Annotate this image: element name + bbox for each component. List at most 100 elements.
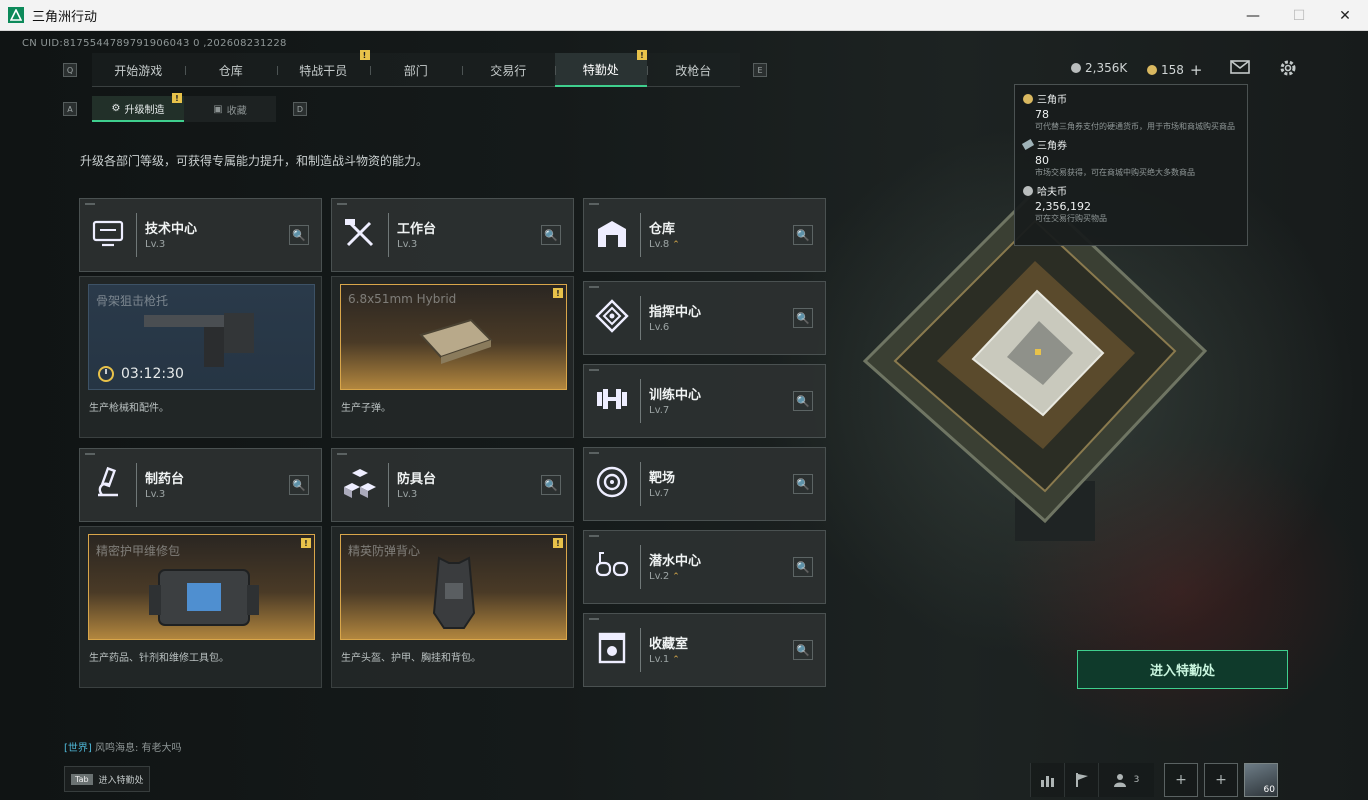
inspect-search-icon[interactable]: 🔍 bbox=[793, 308, 813, 328]
silver-value: 2,356K bbox=[1085, 61, 1128, 75]
inspect-search-icon[interactable]: 🔍 bbox=[541, 225, 561, 245]
gold-currency[interactable]: 158 + bbox=[1147, 61, 1202, 79]
inspect-search-icon[interactable]: 🔍 bbox=[541, 475, 561, 495]
inspect-search-icon[interactable]: 🔍 bbox=[793, 474, 813, 494]
add-currency-button[interactable]: + bbox=[1190, 61, 1203, 79]
card-separator bbox=[640, 379, 641, 423]
tooltip-item-havoc-coin: 哈夫币 2,356,192 可在交易行购买物品 bbox=[1023, 183, 1239, 225]
currency-name: 三角券 bbox=[1037, 141, 1067, 152]
player-level: 60 bbox=[1263, 785, 1275, 795]
alert-badge: ! bbox=[553, 288, 563, 298]
card-separator bbox=[640, 545, 641, 589]
minimize-button[interactable]: — bbox=[1230, 0, 1276, 31]
inspect-search-icon[interactable]: 🔍 bbox=[793, 640, 813, 660]
facility-card-collection-room[interactable]: 收藏室 Lv.1 ⌃ 🔍 bbox=[583, 613, 826, 687]
card-separator bbox=[640, 213, 641, 257]
product-preview: 骨架狙击枪托 03:12:30 bbox=[88, 284, 315, 390]
facility-name: 靶场 bbox=[649, 471, 676, 486]
facility-card-training-center[interactable]: 训练中心 Lv.7 🔍 bbox=[583, 364, 826, 438]
close-button[interactable]: ✕ bbox=[1322, 0, 1368, 31]
upgrade-available-icon: ⌃ bbox=[672, 240, 680, 250]
dumbbell-icon bbox=[597, 389, 627, 409]
subnav-prev-key[interactable]: A bbox=[63, 102, 77, 116]
nav-prev-key[interactable]: Q bbox=[63, 63, 77, 77]
card-corner-mark bbox=[85, 203, 95, 205]
command-icon bbox=[595, 299, 629, 333]
enter-special-ops-button[interactable]: 进入特勤处 bbox=[1077, 650, 1288, 689]
inspect-search-icon[interactable]: 🔍 bbox=[289, 475, 309, 495]
app-logo-icon bbox=[8, 7, 24, 23]
tab-label: 特战干员 bbox=[299, 63, 348, 78]
currency-tooltip: 三角币 78 可代替三角券支付的硬通货币，用于市场和商城购买商品 三角券 80 … bbox=[1014, 84, 1248, 246]
production-slot-workbench[interactable]: 6.8x51mm Hybrid ! 生产子弹。 bbox=[331, 276, 574, 438]
facility-card-command-center[interactable]: 指挥中心 Lv.6 🔍 bbox=[583, 281, 826, 355]
alert-badge: ! bbox=[301, 538, 311, 548]
production-slot-tech-center[interactable]: 骨架狙击枪托 03:12:30 生产枪械和配件。 bbox=[79, 276, 322, 438]
maximize-button[interactable]: ☐ bbox=[1276, 0, 1322, 31]
card-corner-mark bbox=[589, 369, 599, 371]
tab-label: 仓库 bbox=[218, 63, 243, 78]
stats-chart-icon[interactable] bbox=[1030, 763, 1064, 797]
alert-badge: ! bbox=[172, 93, 182, 103]
workshop-card-tech-center[interactable]: 技术中心 Lv.3 🔍 bbox=[79, 198, 322, 272]
tab-trading[interactable]: 交易行 bbox=[462, 53, 555, 87]
level-text: Lv.2 bbox=[649, 571, 670, 582]
currency-name: 哈夫币 bbox=[1037, 187, 1067, 198]
card-separator bbox=[136, 463, 137, 507]
tab-gunsmith[interactable]: 改枪台 bbox=[647, 53, 740, 87]
card-separator bbox=[640, 296, 641, 340]
facility-card-dive-center[interactable]: 潜水中心 Lv.2 ⌃ 🔍 bbox=[583, 530, 826, 604]
player-avatar[interactable]: 60 bbox=[1244, 763, 1278, 797]
card-separator bbox=[388, 463, 389, 507]
facility-name: 指挥中心 bbox=[649, 305, 702, 320]
add-teammate-button[interactable]: + bbox=[1164, 763, 1198, 797]
level-text: Lv.1 bbox=[649, 654, 670, 665]
tab-label: 特勤处 bbox=[582, 62, 619, 77]
inspect-search-icon[interactable]: 🔍 bbox=[793, 225, 813, 245]
tools-icon bbox=[345, 219, 374, 247]
tab-department[interactable]: 部门 bbox=[369, 53, 463, 87]
tooltip-item-title: 三角券 bbox=[1021, 137, 1239, 152]
inspect-search-icon[interactable]: 🔍 bbox=[793, 557, 813, 577]
nav-next-key[interactable]: E bbox=[753, 63, 767, 77]
workshop-name: 工作台 bbox=[397, 222, 437, 237]
subnav-next-key[interactable]: D bbox=[293, 102, 307, 116]
workshop-card-pharmacy[interactable]: 制药台 Lv.3 🔍 bbox=[79, 448, 322, 522]
silver-currency[interactable]: 2,356K bbox=[1071, 61, 1127, 75]
inspect-search-icon[interactable]: 🔍 bbox=[289, 225, 309, 245]
friends-button[interactable]: 3 bbox=[1098, 763, 1154, 797]
game-viewport: CN UID:8175544789791906043 0 ,2026082312… bbox=[0, 31, 1368, 800]
subtab-upgrade-craft[interactable]: ⚙ 升级制造 ! bbox=[92, 93, 184, 122]
facility-card-shooting-range[interactable]: 靶场 Lv.7 🔍 bbox=[583, 447, 826, 521]
tab-hint-label: 进入特勤处 bbox=[98, 775, 144, 786]
window-title: 三角洲行动 bbox=[32, 9, 98, 25]
workshop-card-armor-bench[interactable]: 防具台 Lv.3 🔍 bbox=[331, 448, 574, 522]
workshop-card-workbench[interactable]: 工作台 Lv.3 🔍 bbox=[331, 198, 574, 272]
flag-icon[interactable] bbox=[1064, 763, 1098, 797]
inspect-search-icon[interactable]: 🔍 bbox=[793, 391, 813, 411]
tab-special-ops[interactable]: 特勤处! bbox=[554, 50, 647, 87]
target-icon bbox=[596, 466, 628, 498]
tab-operators[interactable]: 特战干员! bbox=[277, 50, 370, 87]
tab-shortcut-hint[interactable]: Tab 进入特勤处 bbox=[64, 766, 150, 792]
tab-start-game[interactable]: 开始游戏 bbox=[92, 53, 185, 87]
card-corner-mark bbox=[337, 203, 347, 205]
level-text: Lv.8 bbox=[649, 239, 670, 250]
level-text: Lv.7 bbox=[649, 488, 670, 499]
ammo-box-image bbox=[419, 318, 493, 364]
facility-card-warehouse[interactable]: 仓库 Lv.8 ⌃ 🔍 bbox=[583, 198, 826, 272]
add-teammate-button[interactable]: + bbox=[1204, 763, 1238, 797]
tab-label: 交易行 bbox=[490, 63, 527, 78]
warehouse-icon bbox=[598, 221, 626, 247]
tab-warehouse[interactable]: 仓库 bbox=[184, 53, 278, 87]
production-slot-pharmacy[interactable]: 精密护甲维修包 ! 生产药品、针剂和维修工具包。 bbox=[79, 526, 322, 688]
production-slot-armor-bench[interactable]: 精英防弹背心 ! 生产头盔、护甲、胸挂和背包。 bbox=[331, 526, 574, 688]
facility-name: 训练中心 bbox=[649, 388, 702, 403]
chat-line[interactable]: [世界] 风鸣海息: 有老大吗 bbox=[64, 739, 182, 754]
currency-amount: 78 bbox=[1035, 108, 1049, 121]
settings-gear-icon[interactable] bbox=[1279, 59, 1297, 81]
chat-message: 风鸣海息: 有老大吗 bbox=[95, 743, 182, 754]
subtab-collection[interactable]: ▣ 收藏 bbox=[184, 96, 276, 122]
facility-level: Lv.2 ⌃ bbox=[649, 571, 680, 582]
mail-icon[interactable] bbox=[1230, 59, 1250, 78]
